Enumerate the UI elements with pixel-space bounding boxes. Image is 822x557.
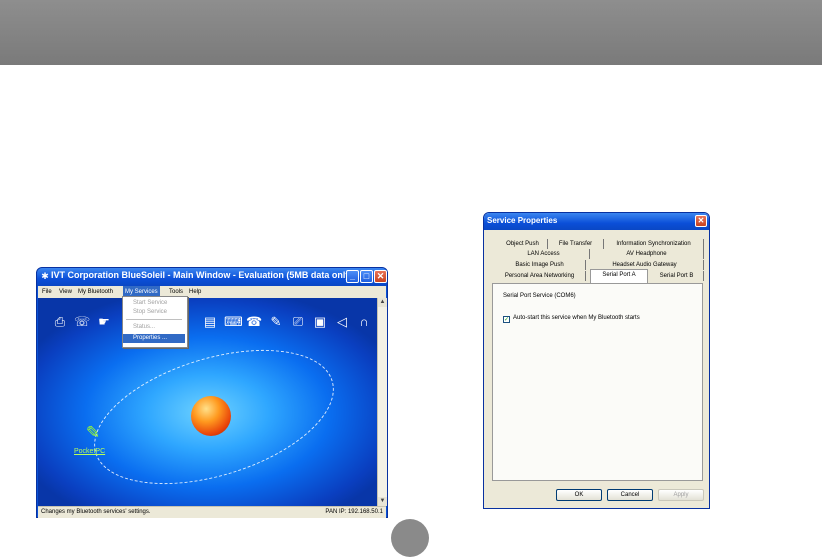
- menu-item-status[interactable]: Status...: [123, 323, 185, 332]
- scroll-up-arrow-icon[interactable]: ▲: [378, 298, 387, 307]
- hand-icon[interactable]: ☛: [96, 314, 112, 330]
- ok-button[interactable]: OK: [556, 489, 602, 501]
- menu-item-properties[interactable]: Properties ...: [123, 334, 185, 343]
- bluetooth-canvas: ⎙ ☏ ☛ ▤ ⌨ ☎ ✎ ⎚ ▣ ◁ ∩ ✎ PocketPC: [38, 298, 377, 506]
- local-device-sphere[interactable]: [191, 396, 231, 436]
- apply-button[interactable]: Apply: [658, 489, 704, 501]
- maximize-button[interactable]: □: [360, 270, 373, 283]
- service-properties-dialog: Service Properties ✕ Object Push File Tr…: [483, 212, 710, 509]
- headset-icon[interactable]: ☏: [74, 314, 90, 330]
- minimize-button[interactable]: _: [346, 270, 359, 283]
- tab-object-push[interactable]: Object Push: [498, 239, 548, 249]
- printer-icon[interactable]: ⎙: [52, 314, 68, 330]
- tab-serial-port-a[interactable]: Serial Port A: [590, 269, 648, 283]
- menu-help[interactable]: Help: [187, 286, 203, 298]
- my-services-dropdown: Start Service Stop Service Status... Pro…: [122, 296, 188, 348]
- dialog-close-button[interactable]: ✕: [695, 215, 707, 227]
- bluesoleil-title-bar[interactable]: ✱ IVT Corporation BlueSoleil - Main Wind…: [37, 268, 387, 286]
- bluetooth-icon: ✱: [41, 271, 49, 281]
- dialog-title: Service Properties: [487, 216, 558, 225]
- speaker-icon[interactable]: ◁: [334, 314, 350, 330]
- page-marker-circle: [391, 519, 429, 557]
- tab-av-headphone[interactable]: AV Headphone: [590, 249, 704, 259]
- tab-lan-access[interactable]: LAN Access: [498, 249, 590, 259]
- dialog-title-bar[interactable]: Service Properties ✕: [484, 213, 709, 230]
- bluesoleil-title: IVT Corporation BlueSoleil - Main Window…: [51, 270, 354, 280]
- device-label[interactable]: PocketPC: [74, 448, 105, 455]
- vertical-scrollbar[interactable]: ▲ ▼: [377, 298, 387, 506]
- tab-basic-image-push[interactable]: Basic Image Push: [494, 260, 586, 270]
- headphones-icon[interactable]: ∩: [356, 314, 372, 330]
- menu-item-start-service[interactable]: Start Service: [123, 299, 185, 308]
- menu-my-bluetooth[interactable]: My Bluetooth: [76, 286, 115, 298]
- tab-panel: Serial Port Service (COM6) ✓ Auto-start …: [492, 283, 703, 481]
- pocketpc-device-icon[interactable]: ✎: [82, 423, 104, 443]
- bluesoleil-window: ✱ IVT Corporation BlueSoleil - Main Wind…: [36, 267, 388, 518]
- tab-information-synchronization[interactable]: Information Synchronization: [604, 239, 704, 249]
- menu-view[interactable]: View: [57, 286, 74, 298]
- camera-icon[interactable]: ▣: [312, 314, 328, 330]
- autostart-checkbox[interactable]: ✓: [503, 316, 510, 323]
- tab-file-transfer[interactable]: File Transfer: [548, 239, 604, 249]
- close-button[interactable]: ✕: [374, 270, 387, 283]
- menu-bar: File View My Bluetooth My Services Tools…: [38, 286, 386, 298]
- fax-icon[interactable]: ⎚: [290, 314, 306, 330]
- network-icon[interactable]: ▤: [202, 314, 218, 330]
- menu-item-stop-service[interactable]: Stop Service: [123, 308, 185, 317]
- tab-serial-port-b[interactable]: Serial Port B: [650, 271, 704, 281]
- service-icon-row: ⎙ ☏ ☛ ▤ ⌨ ☎ ✎ ⎚ ▣ ◁ ∩: [52, 314, 372, 334]
- pan-ip-text: PAN IP: 192.168.50.1: [325, 509, 383, 515]
- menu-separator: [126, 319, 182, 320]
- serial-port-service-label: Serial Port Service (COM6): [503, 293, 576, 299]
- status-text: Changes my Bluetooth services' settings.: [41, 509, 151, 515]
- display-icon[interactable]: ⌨: [224, 314, 243, 330]
- menu-file[interactable]: File: [40, 286, 54, 298]
- tab-personal-area-networking[interactable]: Personal Area Networking: [494, 271, 586, 281]
- phone-icon[interactable]: ☎: [246, 314, 262, 330]
- page-header-bar: [0, 0, 822, 65]
- pen-icon[interactable]: ✎: [268, 314, 284, 330]
- autostart-label[interactable]: Auto-start this service when My Bluetoot…: [513, 315, 640, 321]
- status-bar: Changes my Bluetooth services' settings.…: [38, 506, 386, 518]
- cancel-button[interactable]: Cancel: [607, 489, 653, 501]
- scroll-down-arrow-icon[interactable]: ▼: [378, 497, 387, 506]
